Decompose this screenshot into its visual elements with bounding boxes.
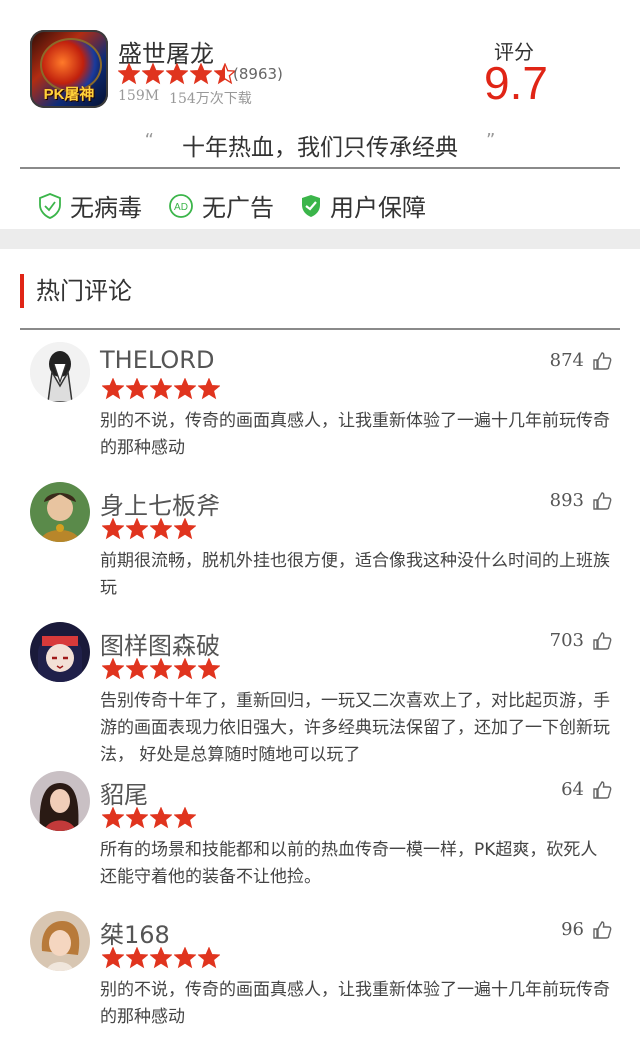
- like-count: 64: [561, 779, 584, 800]
- comment-stars: [102, 658, 220, 680]
- app-size: 159M: [118, 88, 160, 104]
- comment-text: 别的不说，传奇的画面真感人，让我重新体验了一遍十几年前玩传奇的那种感动: [100, 411, 610, 458]
- comment-text: 前期很流畅，脱机外挂也很方便，适合像我这种没什么时间的上班族玩: [100, 551, 610, 598]
- divider: [20, 167, 620, 169]
- comment-text: 所有的场景和技能都和以前的热血传奇一模一样，PK超爽，砍死人还能守着他的装备不让…: [100, 840, 598, 887]
- open-quote: “: [144, 130, 154, 152]
- comment-author[interactable]: 身上七板斧: [100, 486, 220, 521]
- svg-text:AD: AD: [174, 202, 188, 213]
- comment-author[interactable]: THELORD: [100, 346, 214, 374]
- like-button[interactable]: 874: [550, 350, 612, 371]
- app-downloads: 154万次下载: [169, 91, 252, 107]
- like-count: 96: [561, 919, 584, 940]
- comment-stars: [102, 947, 220, 969]
- comment-stars: [102, 807, 196, 829]
- feature-user-protection: 用户保障: [300, 188, 426, 223]
- star-icon: [126, 947, 148, 969]
- like-button[interactable]: 893: [550, 490, 612, 511]
- feature-list: 无病毒 AD 无广告 用户保障: [38, 188, 452, 223]
- star-icon: [102, 947, 124, 969]
- avatar-warrior-icon[interactable]: [30, 482, 90, 542]
- star-icon: [166, 63, 188, 85]
- avatar-woman-icon[interactable]: [30, 911, 90, 971]
- comment-author[interactable]: 貂尾: [100, 775, 148, 810]
- app-meta: 159M 154万次下载: [118, 88, 252, 108]
- star-icon: [174, 947, 196, 969]
- section-separator: [0, 229, 640, 249]
- shield-outline-icon: [39, 192, 61, 219]
- like-count: 703: [549, 630, 584, 651]
- star-icon: [150, 378, 172, 400]
- avatar-girl-icon[interactable]: [30, 771, 90, 831]
- thumbs-up-icon: [593, 491, 612, 510]
- comment-text: 别的不说，传奇的画面真感人，让我重新体验了一遍十几年前玩传奇的那种感动: [100, 980, 610, 1027]
- feature-label: 用户保障: [330, 194, 426, 222]
- star-icon: [190, 63, 212, 85]
- star-icon: [174, 658, 196, 680]
- like-button[interactable]: 703: [550, 630, 612, 651]
- star-icon: [174, 378, 196, 400]
- feature-no-virus: 无病毒: [38, 188, 142, 223]
- comment-stars: [102, 518, 196, 540]
- star-icon: [150, 807, 172, 829]
- thumbs-up-icon: [593, 631, 612, 650]
- star-icon: [102, 807, 124, 829]
- star-icon: [126, 807, 148, 829]
- like-button[interactable]: 96: [561, 919, 612, 940]
- feature-label: 无广告: [202, 194, 274, 222]
- app-rating-stars: [118, 63, 236, 85]
- avatar-ninja-icon[interactable]: [30, 622, 90, 682]
- rating-count: (8963): [233, 65, 283, 83]
- star-icon: [198, 378, 220, 400]
- star-icon: [174, 807, 196, 829]
- star-icon: [142, 63, 164, 85]
- avatar-hands-icon[interactable]: [30, 342, 90, 402]
- feature-label: 无病毒: [70, 194, 142, 222]
- comment-stars: [102, 378, 220, 400]
- feature-no-ads: AD 无广告: [168, 188, 274, 223]
- thumbs-up-icon: [593, 351, 612, 370]
- star-icon: [150, 947, 172, 969]
- star-icon: [174, 518, 196, 540]
- thumbs-up-icon: [593, 920, 612, 939]
- comment-author[interactable]: 桀168: [100, 915, 170, 950]
- like-button[interactable]: 64: [561, 779, 612, 800]
- star-icon: [102, 518, 124, 540]
- star-icon: [118, 63, 140, 85]
- shield-check-icon: [302, 194, 320, 217]
- comment-author[interactable]: 图样图森破: [100, 626, 220, 661]
- like-count: 893: [549, 490, 584, 511]
- app-icon: PK屠神: [30, 30, 108, 108]
- divider: [20, 328, 620, 330]
- ad-circle-icon: AD: [169, 193, 193, 218]
- star-icon: [126, 518, 148, 540]
- like-count: 874: [549, 350, 584, 371]
- slogan-text: 十年热血，我们只传承经典: [182, 135, 458, 161]
- comment-text: 告别传奇十年了，重新回归，一玩又二次喜欢上了，对比起页游，手游的画面表现力依旧强…: [100, 691, 610, 765]
- star-icon: [198, 658, 220, 680]
- star-icon: [198, 947, 220, 969]
- slogan: “ 十年热血，我们只传承经典 ”: [0, 128, 640, 162]
- thumbs-up-icon: [593, 780, 612, 799]
- close-quote: ”: [486, 130, 496, 152]
- score-value: 9.7: [484, 57, 548, 109]
- star-icon: [150, 518, 172, 540]
- section-title: 热门评论: [20, 274, 132, 308]
- app-icon-art: [40, 38, 102, 92]
- star-icon: [102, 378, 124, 400]
- star-icon: [150, 658, 172, 680]
- app-icon-label: PK屠神: [43, 86, 95, 103]
- star-icon: [126, 378, 148, 400]
- star-icon: [126, 658, 148, 680]
- star-icon: [102, 658, 124, 680]
